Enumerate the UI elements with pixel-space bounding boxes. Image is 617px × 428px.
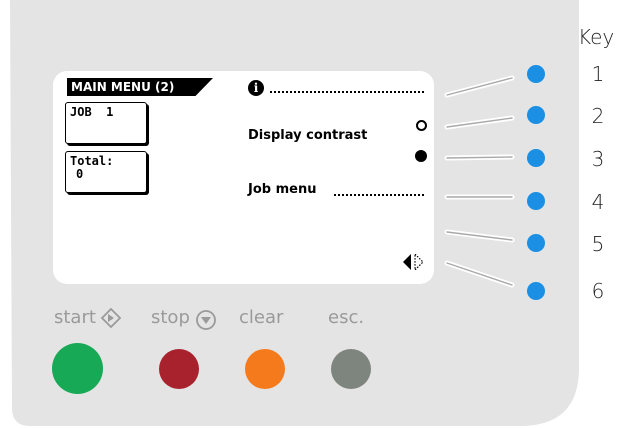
start-label: start: [54, 307, 96, 328]
diamond-icon: [100, 307, 122, 329]
soft-key-5[interactable]: [527, 234, 545, 252]
stop-button[interactable]: [159, 349, 199, 389]
soft-key-1[interactable]: [527, 65, 545, 83]
key-number: 6: [591, 279, 605, 303]
esc-label: esc.: [328, 307, 365, 328]
stop-triangle-icon: [196, 310, 216, 330]
key-number: 2: [591, 104, 605, 128]
esc-button[interactable]: [331, 349, 371, 389]
soft-key-4[interactable]: [527, 192, 545, 210]
start-button[interactable]: [52, 343, 103, 394]
soft-key-2[interactable]: [527, 106, 545, 124]
soft-key-6[interactable]: [527, 282, 545, 300]
stop-label: stop: [151, 307, 190, 328]
key-number: 3: [591, 147, 605, 171]
clear-button[interactable]: [245, 349, 285, 389]
key-number: 1: [591, 62, 605, 86]
clear-label: clear: [239, 307, 284, 328]
key-header: Key: [578, 25, 615, 49]
key-number: 5: [591, 232, 605, 256]
key-number: 4: [591, 190, 605, 214]
soft-key-3[interactable]: [527, 149, 545, 167]
